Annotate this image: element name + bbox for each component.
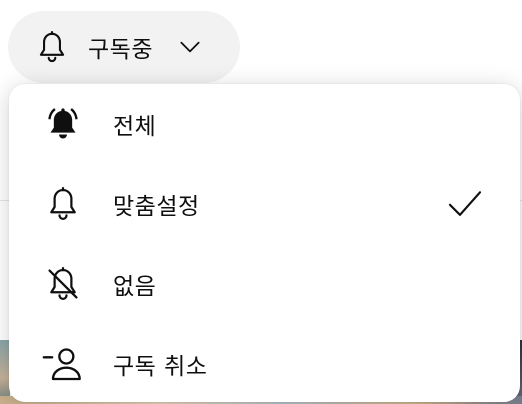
menu-item-label: 구독 취소 — [113, 354, 208, 380]
background-content — [0, 140, 8, 170]
menu-item-label: 없음 — [113, 274, 157, 300]
person-minus-icon — [41, 342, 85, 386]
chevron-down-icon — [180, 41, 200, 53]
checkmark-icon — [448, 191, 482, 216]
subscribed-label: 구독중 — [88, 37, 153, 63]
menu-item-custom[interactable]: 맞춤설정 — [9, 164, 520, 244]
notification-menu: 전체 맞춤설정 없음 구독 취소 — [9, 84, 520, 402]
menu-item-all[interactable]: 전체 — [9, 84, 520, 164]
menu-item-label: 맞춤설정 — [113, 194, 200, 220]
bell-outline-icon — [41, 182, 85, 226]
bell-ringing-filled-icon — [41, 102, 85, 146]
bell-off-icon — [41, 262, 85, 306]
bell-icon — [39, 30, 65, 63]
subscribed-button[interactable]: 구독중 — [8, 11, 240, 83]
menu-item-none[interactable]: 없음 — [9, 244, 520, 324]
menu-item-label: 전체 — [113, 114, 157, 140]
menu-item-unsubscribe[interactable]: 구독 취소 — [9, 324, 520, 404]
